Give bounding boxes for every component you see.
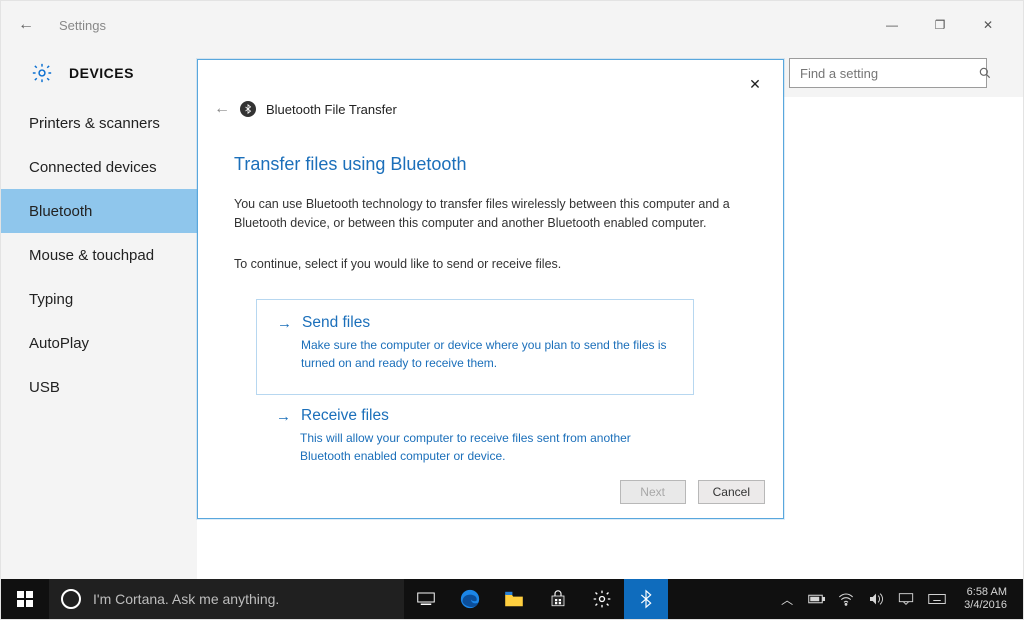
cortana-prompt: I'm Cortana. Ask me anything. [93, 591, 279, 607]
sidebar-item-label: Bluetooth [29, 203, 92, 220]
sidebar-item-label: Printers & scanners [29, 115, 160, 132]
sidebar-item-bluetooth[interactable]: Bluetooth [1, 189, 197, 233]
dialog-back-icon[interactable]: ← [214, 100, 230, 118]
cortana-icon [61, 589, 81, 609]
sidebar-item-printers-scanners[interactable]: Printers & scanners [1, 101, 197, 145]
taskbar-store-icon[interactable] [536, 579, 580, 619]
section-title: DEVICES [69, 65, 134, 81]
back-arrow-icon[interactable]: ← [13, 16, 39, 34]
arrow-right-icon: → [276, 408, 291, 425]
sidebar-item-label: Typing [29, 291, 73, 308]
start-button[interactable] [1, 579, 49, 619]
tray-chevron-up-icon[interactable]: ︿ [778, 591, 796, 608]
sidebar: Printers & scanners Connected devices Bl… [1, 97, 197, 581]
option-desc: Make sure the computer or device where y… [277, 336, 673, 372]
option-receive-files[interactable]: → Receive files This will allow your com… [256, 407, 694, 487]
tray-wifi-icon[interactable] [838, 592, 856, 606]
cancel-button[interactable]: Cancel [698, 480, 765, 504]
clock-date: 3/4/2016 [964, 599, 1007, 612]
taskbar-settings-icon[interactable] [580, 579, 624, 619]
taskbar-file-explorer-icon[interactable] [492, 579, 536, 619]
sidebar-item-mouse-touchpad[interactable]: Mouse & touchpad [1, 233, 197, 277]
close-window-button[interactable]: ✕ [965, 10, 1011, 40]
bluetooth-badge-icon [240, 101, 256, 117]
dialog-title: Bluetooth File Transfer [266, 102, 397, 117]
taskbar-bluetooth-icon[interactable] [624, 579, 668, 619]
system-tray: ︿ 6:58 AM 3/4/2016 [768, 586, 1023, 612]
arrow-right-icon: → [277, 315, 292, 332]
window-titlebar: ← Settings — ❐ ✕ [1, 1, 1023, 49]
dialog-intro-1: You can use Bluetooth technology to tran… [234, 195, 747, 233]
dialog-heading: Transfer files using Bluetooth [234, 154, 747, 175]
sidebar-item-label: AutoPlay [29, 335, 89, 352]
search-input[interactable] [798, 65, 978, 82]
sidebar-item-typing[interactable]: Typing [1, 277, 197, 321]
sidebar-item-label: Mouse & touchpad [29, 247, 154, 264]
gear-icon [31, 62, 53, 84]
minimize-button[interactable]: — [869, 10, 915, 40]
option-send-files[interactable]: → Send files Make sure the computer or d… [256, 299, 694, 395]
sidebar-item-label: Connected devices [29, 159, 157, 176]
cortana-search[interactable]: I'm Cortana. Ask me anything. [49, 579, 404, 619]
option-title: Receive files [301, 407, 389, 425]
restore-button[interactable]: ❐ [917, 10, 963, 40]
sidebar-item-usb[interactable]: USB [1, 365, 197, 409]
app-name: Settings [59, 18, 106, 33]
bluetooth-file-transfer-dialog: ✕ ← Bluetooth File Transfer Transfer fil… [197, 59, 784, 519]
option-desc: This will allow your computer to receive… [276, 429, 674, 465]
task-view-button[interactable] [404, 579, 448, 619]
tray-action-center-icon[interactable] [898, 592, 916, 606]
option-title: Send files [302, 314, 370, 332]
tray-volume-icon[interactable] [868, 592, 886, 606]
next-button: Next [620, 480, 686, 504]
sidebar-item-connected-devices[interactable]: Connected devices [1, 145, 197, 189]
dialog-close-button[interactable]: ✕ [739, 68, 771, 100]
taskbar-edge-icon[interactable] [448, 579, 492, 619]
tray-keyboard-icon[interactable] [928, 593, 946, 605]
clock-time: 6:58 AM [964, 586, 1007, 599]
taskbar: I'm Cortana. Ask me anything. ︿ [1, 579, 1023, 619]
dialog-intro-2: To continue, select if you would like to… [234, 255, 747, 274]
search-icon [978, 66, 992, 80]
sidebar-item-label: USB [29, 379, 60, 396]
sidebar-item-autoplay[interactable]: AutoPlay [1, 321, 197, 365]
tray-battery-icon[interactable] [808, 593, 826, 605]
find-setting-search[interactable] [789, 58, 987, 88]
tray-clock[interactable]: 6:58 AM 3/4/2016 [958, 586, 1013, 612]
